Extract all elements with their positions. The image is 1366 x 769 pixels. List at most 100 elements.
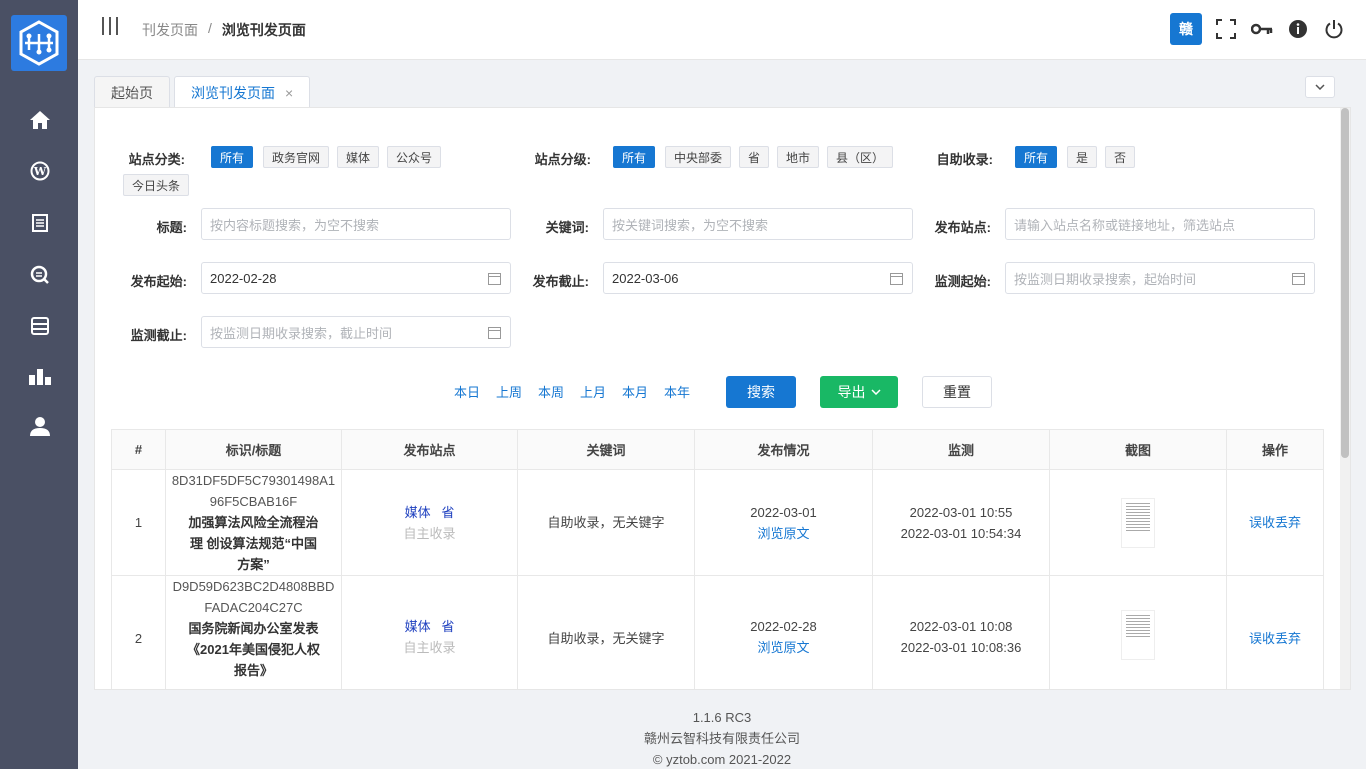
wordpress-icon[interactable]: W bbox=[26, 157, 54, 185]
scrollbar-thumb[interactable] bbox=[1341, 108, 1349, 458]
tab-browse-publish[interactable]: 浏览刊发页面 × bbox=[174, 76, 311, 109]
mon-end-input[interactable]: 按监测日期收录搜索，截止时间 bbox=[201, 316, 511, 348]
row-number: 2 bbox=[111, 575, 166, 689]
site-level-label: 站点分级: bbox=[534, 152, 591, 167]
search-button[interactable]: 搜索 bbox=[726, 376, 796, 408]
quick-range-link[interactable]: 本月 bbox=[622, 382, 648, 401]
publish-cell: 2022-02-28 浏览原文 bbox=[694, 575, 873, 689]
site-level-chip[interactable]: 地市 bbox=[777, 146, 820, 168]
pub-end-label: 发布截止: bbox=[532, 274, 589, 289]
info-icon[interactable] bbox=[1286, 17, 1310, 41]
reset-button[interactable]: 重置 bbox=[922, 376, 992, 408]
record-id: 8D31DF5DF5C79301498A196F5CBAB16F bbox=[171, 473, 336, 509]
column-header: 标识/标题 bbox=[165, 429, 342, 470]
pub-end-input[interactable]: 2022-03-06 bbox=[603, 262, 913, 294]
self-collect-chip[interactable]: 是 bbox=[1067, 146, 1098, 168]
copyright-text: © yztob.com 2021-2022 bbox=[652, 752, 792, 767]
quick-range-link[interactable]: 本年 bbox=[664, 382, 690, 401]
column-header: 关键词 bbox=[517, 429, 695, 470]
chevron-down-icon[interactable] bbox=[1305, 76, 1335, 98]
column-header: 截图 bbox=[1049, 429, 1227, 470]
quick-range-link[interactable]: 本周 bbox=[538, 382, 564, 401]
record-title[interactable]: 国务院新闻办公室发表《2021年美国侵犯人权报告》 bbox=[166, 618, 341, 681]
key-icon[interactable] bbox=[1250, 17, 1274, 41]
mon-start-placeholder: 按监测日期收录搜索，起始时间 bbox=[1014, 271, 1197, 287]
menu-toggle-icon[interactable] bbox=[102, 17, 118, 37]
collect-status: 自主收录 bbox=[403, 640, 456, 655]
site-cell: 媒体 省 自主收录 bbox=[341, 575, 518, 689]
keyword-cell: 自助收录，无关键字 bbox=[517, 469, 695, 576]
record-title[interactable]: 加强算法风险全流程治理 创设算法规范“中国方案” bbox=[166, 512, 341, 575]
site-level: 省 bbox=[441, 619, 455, 634]
user-icon[interactable] bbox=[26, 412, 54, 440]
mon-start-label: 监测起始: bbox=[934, 274, 991, 289]
mon-end-placeholder: 按监测日期收录搜索，截止时间 bbox=[210, 325, 393, 341]
site-type-chip[interactable]: 公众号 bbox=[387, 146, 442, 168]
mon-start-input[interactable]: 按监测日期收录搜索，起始时间 bbox=[1005, 262, 1315, 294]
search-icon[interactable] bbox=[26, 261, 54, 289]
storage-icon[interactable] bbox=[26, 312, 54, 340]
main-panel: 站点分类: 所有 政务官网 媒体 公众号 今日头条 站点分级: 所有 中央部委 … bbox=[94, 107, 1351, 690]
site-level-chip[interactable]: 县（区） bbox=[827, 146, 893, 168]
quick-range-link[interactable]: 上月 bbox=[580, 382, 606, 401]
document-icon[interactable] bbox=[26, 209, 54, 237]
export-button[interactable]: 导出 bbox=[820, 376, 898, 408]
discard-link[interactable]: 误收丢弃 bbox=[1249, 515, 1301, 530]
close-icon[interactable]: × bbox=[285, 85, 293, 101]
keyword-cell: 自助收录，无关键字 bbox=[517, 575, 695, 689]
table-row: 1 8D31DF5DF5C79301498A196F5CBAB16F 加强算法风… bbox=[111, 469, 1324, 576]
quick-range-link[interactable]: 本日 bbox=[454, 382, 480, 401]
breadcrumb-current: 浏览刊发页面 bbox=[221, 22, 306, 38]
home-icon[interactable] bbox=[26, 106, 54, 134]
breadcrumb-item[interactable]: 刊发页面 bbox=[142, 20, 198, 40]
view-original-link[interactable]: 浏览原文 bbox=[695, 523, 872, 544]
breadcrumb-separator: / bbox=[208, 20, 212, 36]
power-icon[interactable] bbox=[1322, 17, 1346, 41]
monitor-time: 2022-03-01 10:08 bbox=[909, 619, 1013, 634]
column-header: 操作 bbox=[1226, 429, 1324, 470]
record-id: D9D59D623BC2D4808BBDFADAC204C27C bbox=[172, 579, 335, 615]
view-original-link[interactable]: 浏览原文 bbox=[695, 637, 872, 658]
site-cell: 媒体 省 自主收录 bbox=[341, 469, 518, 576]
calendar-icon[interactable] bbox=[1292, 272, 1305, 285]
tab-home[interactable]: 起始页 bbox=[94, 76, 170, 108]
keyword-input[interactable]: 按关键词搜索，为空不搜索 bbox=[603, 208, 913, 240]
title-input[interactable]: 按内容标题搜索，为空不搜索 bbox=[201, 208, 511, 240]
site-level-chip[interactable]: 省 bbox=[739, 146, 770, 168]
discard-link[interactable]: 误收丢弃 bbox=[1249, 631, 1301, 646]
column-header: 发布情况 bbox=[694, 429, 873, 470]
site-level-chip[interactable]: 所有 bbox=[613, 146, 656, 168]
monitor-time-exact: 2022-03-01 10:54:34 bbox=[900, 525, 1022, 541]
calendar-icon[interactable] bbox=[488, 326, 501, 339]
results-table: # 标识/标题 发布站点 关键词 发布情况 监测 截图 操作 1 8D31DF5… bbox=[111, 429, 1324, 689]
screenshot-thumbnail[interactable] bbox=[1121, 497, 1155, 548]
quick-range-link[interactable]: 上周 bbox=[496, 382, 522, 401]
export-label: 导出 bbox=[837, 384, 866, 400]
site-type-chip[interactable]: 今日头条 bbox=[123, 174, 190, 196]
site-type-chip[interactable]: 政务官网 bbox=[263, 146, 330, 168]
app-logo-icon[interactable] bbox=[11, 15, 67, 71]
column-header: # bbox=[111, 429, 166, 470]
site-type: 媒体 bbox=[404, 504, 431, 520]
id-title-cell: D9D59D623BC2D4808BBDFADAC204C27C 国务院新闻办公… bbox=[165, 575, 342, 689]
tab-bar: 起始页 浏览刊发页面 × bbox=[94, 76, 311, 109]
vertical-scrollbar[interactable] bbox=[1340, 108, 1350, 689]
site-type-chip[interactable]: 媒体 bbox=[337, 146, 380, 168]
monitor-time: 2022-03-01 10:55 bbox=[909, 504, 1013, 520]
site-type-label: 站点分类: bbox=[128, 152, 185, 167]
site-type-chip[interactable]: 所有 bbox=[211, 146, 254, 168]
chart-icon[interactable] bbox=[26, 362, 54, 390]
screenshot-thumbnail[interactable] bbox=[1121, 610, 1155, 660]
self-collect-chip[interactable]: 否 bbox=[1105, 146, 1136, 168]
mon-end-label: 监测截止: bbox=[130, 328, 187, 343]
pub-start-label: 发布起始: bbox=[130, 274, 187, 289]
site-input[interactable]: 请输入站点名称或链接地址，筛选站点 bbox=[1005, 208, 1315, 240]
monitor-cell: 2022-03-01 10:08 2022-03-01 10:08:36 bbox=[872, 575, 1050, 689]
pub-start-input[interactable]: 2022-02-28 bbox=[201, 262, 511, 294]
publish-cell: 2022-03-01 浏览原文 bbox=[694, 469, 873, 576]
self-collect-chip[interactable]: 所有 bbox=[1015, 146, 1058, 168]
fullscreen-icon[interactable] bbox=[1214, 17, 1238, 41]
site-level-chip[interactable]: 中央部委 bbox=[665, 146, 732, 168]
breadcrumb: 刊发页面 / 浏览刊发页面 bbox=[142, 20, 306, 40]
region-badge-button[interactable]: 赣 bbox=[1170, 13, 1202, 45]
